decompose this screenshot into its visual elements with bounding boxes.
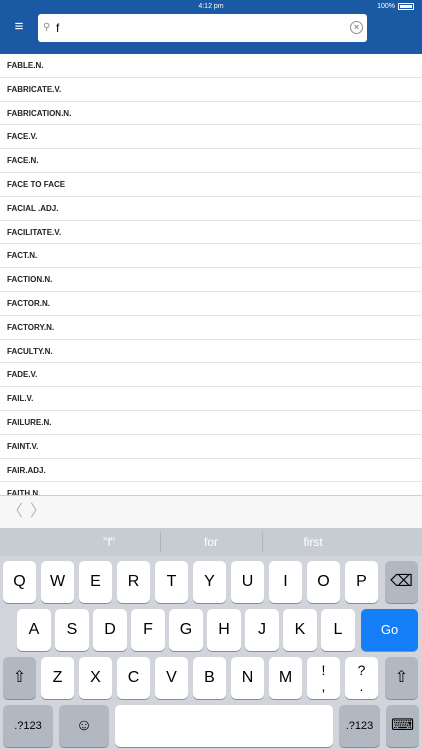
key-m[interactable]: M xyxy=(269,657,302,699)
suggestion-item[interactable]: for xyxy=(161,528,261,556)
go-key[interactable]: Go xyxy=(361,609,418,651)
shift-icon: ⇧ xyxy=(394,669,409,686)
key-f[interactable]: F xyxy=(131,609,165,651)
list-item[interactable]: FACE.V. xyxy=(0,125,422,150)
key-n[interactable]: N xyxy=(231,657,264,699)
shift-key-left[interactable]: ⇧ xyxy=(3,657,36,699)
list-item[interactable]: FACTORY.N. xyxy=(0,316,422,340)
search-icon: ⚲ xyxy=(43,22,51,33)
emoji-key[interactable]: ☺ xyxy=(59,705,109,747)
space-key[interactable] xyxy=(115,705,333,747)
key-r[interactable]: R xyxy=(117,561,150,603)
key-c[interactable]: C xyxy=(117,657,150,699)
status-right: 100% xyxy=(377,3,414,10)
key-t[interactable]: T xyxy=(155,561,188,603)
hide-keyboard-key[interactable]: ⌨ xyxy=(386,705,419,747)
numbers-key-left[interactable]: .?123 xyxy=(3,705,53,747)
status-time: 4:12 pm xyxy=(198,3,224,10)
search-input[interactable] xyxy=(56,18,341,38)
list-item[interactable]: FACE.N. xyxy=(0,149,422,173)
backspace-key[interactable]: ⌫ xyxy=(385,561,418,603)
shift-key-right[interactable]: ⇧ xyxy=(385,657,418,699)
list-item[interactable]: FAINT.V. xyxy=(0,435,422,459)
search-box[interactable]: ⚲ × xyxy=(38,14,367,42)
suggestion-item[interactable]: first xyxy=(263,528,363,556)
key-i[interactable]: I xyxy=(269,561,302,603)
list-item[interactable]: FACIAL .ADJ. xyxy=(0,197,422,221)
list-item[interactable]: FAIL.V. xyxy=(0,387,422,411)
list-item[interactable]: FACTOR.N. xyxy=(0,292,422,316)
keyboard: "f" for first Q W E R T Y U I O P ⌫ A S … xyxy=(0,528,422,750)
key-b[interactable]: B xyxy=(193,657,226,699)
menu-button[interactable]: ≡ xyxy=(8,16,30,38)
list-item[interactable]: FACILITATE.V. xyxy=(0,221,422,245)
list-item[interactable]: FADE.V. xyxy=(0,363,422,388)
list-item[interactable]: FACTION.N. xyxy=(0,268,422,292)
list-item[interactable]: FACULTY.N. xyxy=(0,340,422,364)
list-item[interactable]: FABRICATE.V. xyxy=(0,78,422,102)
navigation-bar: 〈 〉 xyxy=(0,495,422,528)
status-bar: 4:12 pm 100% xyxy=(0,0,422,13)
key-j[interactable]: J xyxy=(245,609,279,651)
key-z[interactable]: Z xyxy=(41,657,74,699)
forward-arrow-icon[interactable]: 〉 xyxy=(30,503,46,521)
word-list: FABLE.N. FABRICATE.V. FABRICATION.N. FAC… xyxy=(0,54,422,495)
shift-icon: ⇧ xyxy=(12,669,27,686)
app-header: 4:12 pm 100% ≡ ⚲ × xyxy=(0,0,422,54)
key-exclaim-comma[interactable]: ! , xyxy=(307,657,340,699)
list-item[interactable]: FABLE.N. xyxy=(0,54,422,78)
suggestion-item[interactable]: "f" xyxy=(59,528,159,556)
suggestion-bar: "f" for first xyxy=(0,528,422,556)
backspace-icon: ⌫ xyxy=(390,573,413,590)
numbers-key-right[interactable]: .?123 xyxy=(339,705,380,747)
hamburger-icon: ≡ xyxy=(14,18,24,35)
list-item[interactable]: FACE TO FACE xyxy=(0,173,422,197)
key-v[interactable]: V xyxy=(155,657,188,699)
key-x[interactable]: X xyxy=(79,657,112,699)
key-s[interactable]: S xyxy=(55,609,89,651)
list-item[interactable]: FACT.N. xyxy=(0,244,422,269)
key-w[interactable]: W xyxy=(41,561,74,603)
key-o[interactable]: O xyxy=(307,561,340,603)
key-e[interactable]: E xyxy=(79,561,112,603)
hide-keyboard-icon: ⌨ xyxy=(390,717,415,734)
key-y[interactable]: Y xyxy=(193,561,226,603)
list-item[interactable]: FAITH.N. xyxy=(0,482,422,495)
battery-percent: 100% xyxy=(377,3,395,10)
key-k[interactable]: K xyxy=(283,609,317,651)
key-h[interactable]: H xyxy=(207,609,241,651)
list-item[interactable]: FABRICATION.N. xyxy=(0,102,422,126)
battery-icon xyxy=(398,3,414,10)
key-l[interactable]: L xyxy=(321,609,355,651)
key-u[interactable]: U xyxy=(231,561,264,603)
list-item[interactable]: FAILURE.N. xyxy=(0,411,422,435)
clear-search-icon[interactable]: × xyxy=(350,21,363,34)
key-d[interactable]: D xyxy=(93,609,127,651)
key-a[interactable]: A xyxy=(17,609,51,651)
list-item[interactable]: FAIR.ADJ. xyxy=(0,459,422,483)
emoji-icon: ☺ xyxy=(75,717,93,734)
back-arrow-icon[interactable]: 〈 xyxy=(7,503,23,521)
key-g[interactable]: G xyxy=(169,609,203,651)
key-p[interactable]: P xyxy=(345,561,378,603)
key-q[interactable]: Q xyxy=(3,561,36,603)
key-question-period[interactable]: ? . xyxy=(345,657,378,699)
